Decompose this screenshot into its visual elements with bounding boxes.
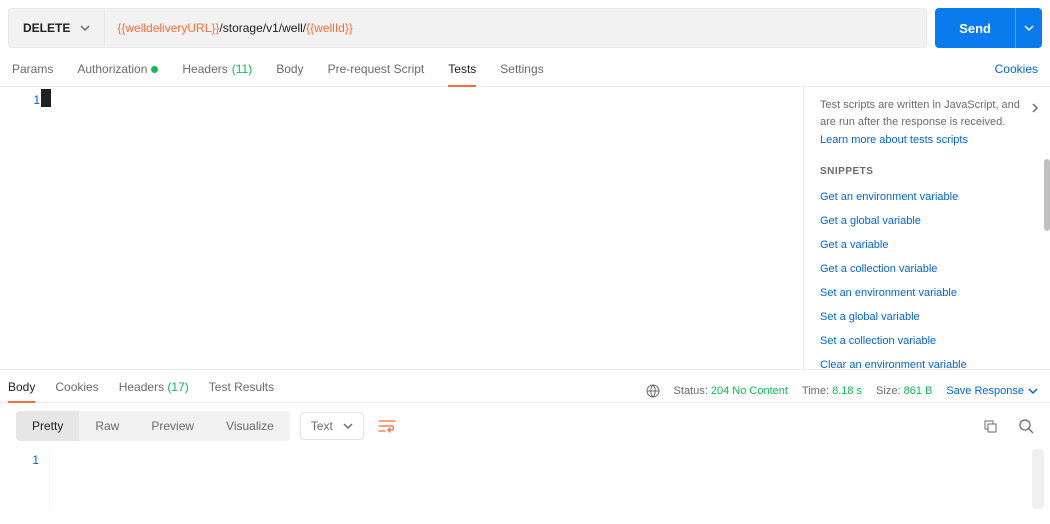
view-mode-group: Pretty Raw Preview Visualize: [16, 411, 290, 441]
response-body: 1: [0, 449, 1050, 509]
copy-button[interactable]: [982, 418, 998, 434]
line-number: 1: [32, 453, 39, 467]
snippet-item[interactable]: Set an environment variable: [820, 281, 1044, 305]
learn-more-link[interactable]: Learn more about tests scripts: [820, 134, 1044, 146]
snippet-item[interactable]: Set a global variable: [820, 305, 1044, 329]
snippet-item[interactable]: Get a collection variable: [820, 257, 1044, 281]
tab-body[interactable]: Body: [276, 62, 303, 86]
snippet-item[interactable]: Get a variable: [820, 233, 1044, 257]
request-tabs: Params Authorization Headers (11) Body P…: [12, 62, 544, 86]
response-toolbar-left: Pretty Raw Preview Visualize Text: [16, 411, 400, 441]
method-select[interactable]: DELETE: [9, 9, 105, 47]
status-dot-icon: [151, 66, 158, 73]
resp-tab-cookies[interactable]: Cookies: [55, 380, 98, 402]
copy-icon: [982, 418, 998, 434]
wrap-lines-button[interactable]: [374, 415, 400, 437]
vertical-scrollbar[interactable]: [791, 87, 803, 369]
response-content[interactable]: [50, 449, 1050, 509]
code-area[interactable]: [50, 87, 803, 369]
view-pretty-button[interactable]: Pretty: [16, 411, 79, 441]
chevron-down-icon: [80, 23, 90, 33]
size-value: 861 B: [904, 385, 933, 397]
search-icon: [1018, 418, 1034, 434]
snippet-item[interactable]: Clear an environment variable: [820, 353, 1044, 369]
send-button[interactable]: Send: [935, 8, 1015, 48]
response-tabs: Body Cookies Headers (17) Test Results: [8, 380, 274, 402]
panel-description: Test scripts are written in JavaScript, …: [820, 97, 1044, 130]
send-dropdown-button[interactable]: [1015, 8, 1042, 48]
snippets-panel: Test scripts are written in JavaScript, …: [804, 87, 1050, 369]
url-path: /storage/v1/well/: [219, 21, 306, 35]
url-group: DELETE {{welldeliveryURL}}/storage/v1/we…: [8, 8, 927, 48]
editor-gutter: 1: [0, 87, 50, 369]
line-number: 1: [33, 93, 40, 107]
resp-tab-testresults[interactable]: Test Results: [209, 380, 274, 402]
view-visualize-button[interactable]: Visualize: [210, 411, 290, 441]
response-meta: Status: 204 No Content Time: 8.18 s Size…: [646, 384, 1038, 398]
tab-authorization[interactable]: Authorization: [77, 62, 158, 86]
url-variable: {{wellId}}: [306, 21, 353, 35]
view-raw-button[interactable]: Raw: [79, 411, 135, 441]
view-preview-button[interactable]: Preview: [135, 411, 210, 441]
cookies-link[interactable]: Cookies: [995, 62, 1038, 86]
response-gutter: 1: [0, 449, 50, 509]
snippet-item[interactable]: Set a collection variable: [820, 329, 1044, 353]
snippet-list: Get an environment variable Get a global…: [820, 185, 1044, 369]
chevron-down-icon: [1028, 386, 1038, 396]
tests-editor: 1: [0, 87, 804, 369]
collapse-panel-button[interactable]: [1030, 101, 1040, 115]
search-button[interactable]: [1018, 418, 1034, 434]
time-value: 8.18 s: [832, 385, 862, 397]
wrap-icon: [378, 419, 396, 433]
tab-params[interactable]: Params: [12, 62, 53, 86]
url-input[interactable]: {{welldeliveryURL}}/storage/v1/well/{{we…: [105, 9, 926, 47]
tab-settings[interactable]: Settings: [500, 62, 543, 86]
status-value: 204 No Content: [711, 385, 788, 397]
panel-scrollbar[interactable]: [1044, 159, 1050, 231]
resp-tab-headers[interactable]: Headers (17): [119, 380, 189, 402]
globe-icon[interactable]: [646, 384, 660, 398]
snippet-item[interactable]: Get an environment variable: [820, 185, 1044, 209]
tab-prerequest[interactable]: Pre-request Script: [328, 62, 425, 86]
url-variable: {{welldeliveryURL}}: [117, 21, 219, 35]
save-response-button[interactable]: Save Response: [946, 385, 1038, 397]
chevron-down-icon: [1024, 23, 1034, 33]
language-select[interactable]: Text: [300, 412, 364, 440]
tab-tests[interactable]: Tests: [448, 62, 476, 86]
chevron-down-icon: [343, 421, 353, 431]
snippet-item[interactable]: Get a global variable: [820, 209, 1044, 233]
send-group: Send: [935, 8, 1042, 48]
response-scrollbar[interactable]: [1032, 449, 1044, 509]
response-toolbar-right: [982, 418, 1034, 434]
snippets-heading: SNIPPETS: [820, 166, 1044, 177]
method-label: DELETE: [23, 21, 70, 35]
chevron-right-icon: [1030, 101, 1040, 115]
resp-tab-body[interactable]: Body: [8, 380, 35, 402]
tab-headers[interactable]: Headers (11): [182, 62, 252, 86]
